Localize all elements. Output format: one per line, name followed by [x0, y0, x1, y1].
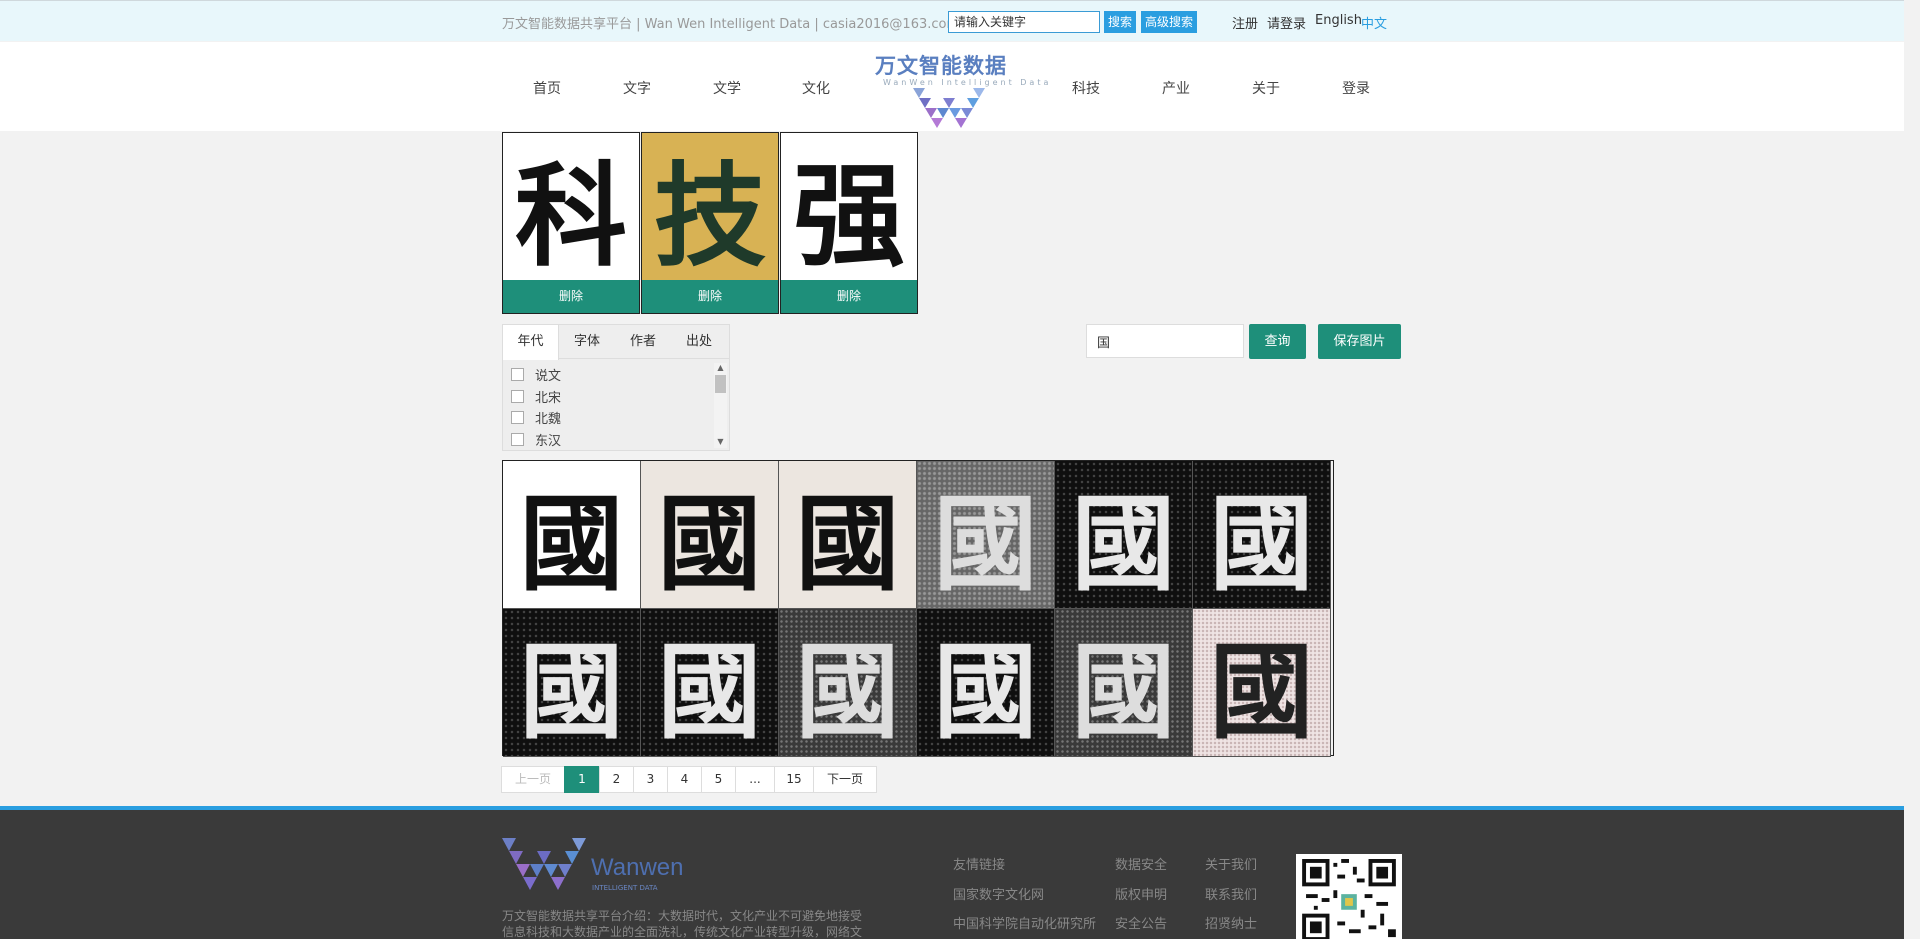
tab-era[interactable]: 年代: [503, 325, 559, 360]
result-char-image[interactable]: 國: [917, 609, 1055, 757]
filter-options: 说文 北宋 北魏 东汉: [503, 364, 713, 450]
nav-home[interactable]: 首页: [517, 78, 577, 98]
query-button[interactable]: 查询: [1249, 324, 1306, 359]
save-image-button[interactable]: 保存图片: [1318, 324, 1401, 359]
next-page-button[interactable]: 下一页: [813, 766, 877, 793]
result-char-image[interactable]: 國: [1193, 461, 1331, 609]
option-label: 北宋: [535, 390, 562, 406]
logo-title: 万文智能数据: [875, 54, 1007, 78]
page-button[interactable]: 1: [564, 766, 600, 793]
lang-english-link[interactable]: English: [1315, 13, 1362, 28]
result-char-image[interactable]: 國: [779, 609, 917, 757]
footer: Wanwen INTELLIGENT DATA 万文智能数据共享平台介绍：大数据…: [0, 806, 1904, 939]
result-char-image[interactable]: 國: [503, 609, 641, 757]
calligraphy-image: 技: [642, 133, 778, 282]
register-link[interactable]: 注册: [1232, 13, 1258, 32]
page-button[interactable]: 4: [667, 766, 702, 793]
nav-culture[interactable]: 文化: [786, 78, 846, 98]
option-label: 北魏: [535, 412, 562, 428]
footer-brand-sub: INTELLIGENT DATA: [592, 884, 658, 892]
calligraphy-image: 科: [515, 150, 627, 282]
option-label: 东汉: [535, 433, 562, 449]
option-checkbox[interactable]: [511, 368, 524, 382]
tab-source[interactable]: 出处: [671, 325, 727, 358]
prev-page-button: 上一页: [501, 766, 565, 793]
result-char-image[interactable]: 國: [503, 461, 641, 609]
advanced-search-button[interactable]: 高级搜索: [1141, 11, 1197, 33]
footer-logo-icon: [502, 838, 586, 890]
login-link[interactable]: 请登录: [1267, 13, 1306, 32]
footer-brand: Wanwen: [591, 854, 684, 881]
nav-literature[interactable]: 文学: [697, 78, 757, 98]
footer-link[interactable]: 招贤纳士: [1205, 913, 1257, 932]
delete-button[interactable]: 删除: [503, 280, 639, 313]
nav-about[interactable]: 关于: [1236, 78, 1296, 98]
filter-panel: 年代 字体 作者 出处 说文 北宋 北魏 东汉 ▲ ▼: [502, 324, 730, 451]
site-logo[interactable]: 万文智能数据 WanWen Intelligent Data: [873, 50, 1048, 134]
selected-characters: 科 删除 技 删除 强 删除: [502, 132, 919, 314]
pagination: 上一页 1 2 3 4 5 ... 15 下一页: [501, 766, 877, 793]
result-char-image[interactable]: 國: [779, 461, 917, 609]
site-intro: 万文智能数据共享平台 | Wan Wen Intelligent Data | …: [502, 17, 960, 32]
calligraphy-image: 强: [793, 150, 905, 282]
filter-scrollbar[interactable]: ▲ ▼: [714, 363, 727, 448]
qr-code-icon: [1296, 854, 1402, 939]
top-bar: 万文智能数据共享平台 | Wan Wen Intelligent Data | …: [0, 0, 1904, 41]
result-char-image[interactable]: 國: [1193, 609, 1331, 757]
result-char-image[interactable]: 國: [641, 461, 779, 609]
option-label: 说文: [535, 369, 562, 385]
logo-subtitle: WanWen Intelligent Data: [883, 78, 1052, 87]
result-char-image[interactable]: 國: [917, 461, 1055, 609]
page-button[interactable]: 2: [599, 766, 634, 793]
qr-code-pattern: [1302, 859, 1396, 939]
delete-button[interactable]: 删除: [781, 280, 917, 313]
result-char-image[interactable]: 國: [1055, 461, 1193, 609]
filter-option: 说文: [503, 364, 713, 386]
footer-link[interactable]: 数据安全: [1115, 854, 1167, 873]
selected-char-card: 技 删除: [641, 132, 779, 314]
nav-characters[interactable]: 文字: [607, 78, 667, 98]
tab-author[interactable]: 作者: [615, 325, 671, 358]
nav-login[interactable]: 登录: [1326, 78, 1386, 98]
selected-char-card: 科 删除: [502, 132, 640, 314]
search-button[interactable]: 搜索: [1104, 11, 1136, 33]
nav-industry[interactable]: 产业: [1146, 78, 1206, 98]
footer-links-heading: 友情链接: [953, 858, 1006, 873]
footer-link[interactable]: 安全公告: [1115, 913, 1167, 932]
page-button[interactable]: 5: [701, 766, 736, 793]
result-char-image[interactable]: 國: [641, 609, 779, 757]
lang-chinese-link[interactable]: 中文: [1361, 13, 1387, 32]
result-grid: 國 國 國 國 國 國 國 國 國 國 國 國: [502, 460, 1334, 757]
footer-link[interactable]: 中国科学院自动化研究所: [953, 913, 1096, 932]
option-checkbox[interactable]: [511, 432, 524, 446]
footer-link[interactable]: 关于我们: [1205, 854, 1257, 873]
page-button[interactable]: 3: [633, 766, 668, 793]
tab-script-style[interactable]: 字体: [559, 325, 615, 358]
option-checkbox[interactable]: [511, 411, 524, 425]
option-checkbox[interactable]: [511, 389, 524, 403]
scroll-up-icon[interactable]: ▲: [714, 363, 727, 373]
filter-option: 东汉: [503, 429, 713, 451]
page-ellipsis: ...: [735, 766, 775, 793]
result-char-image[interactable]: 國: [1055, 609, 1193, 757]
footer-link[interactable]: 国家数字文化网: [953, 884, 1044, 903]
scroll-thumb[interactable]: [715, 375, 726, 393]
logo-w-icon: [913, 88, 985, 128]
footer-intro: 万文智能数据共享平台介绍：大数据时代，文化产业不可避免地接受信息科技和大数据产业…: [502, 909, 863, 939]
selected-char-card: 强 删除: [780, 132, 918, 314]
filter-option: 北魏: [503, 407, 713, 429]
footer-link[interactable]: 联系我们: [1205, 884, 1257, 903]
scroll-down-icon[interactable]: ▼: [714, 437, 727, 447]
filter-tabs: 年代 字体 作者 出处: [503, 325, 729, 360]
main-nav: 首页 文字 文学 文化 万文智能数据 WanWen Intelligent Da…: [0, 42, 1904, 131]
footer-link[interactable]: 版权申明: [1115, 884, 1167, 903]
delete-button[interactable]: 删除: [642, 280, 778, 313]
nav-technology[interactable]: 科技: [1056, 78, 1116, 98]
last-page-button[interactable]: 15: [774, 766, 814, 793]
filter-option: 北宋: [503, 386, 713, 408]
character-query-input[interactable]: [1086, 324, 1244, 358]
keyword-search-input[interactable]: [948, 11, 1100, 33]
